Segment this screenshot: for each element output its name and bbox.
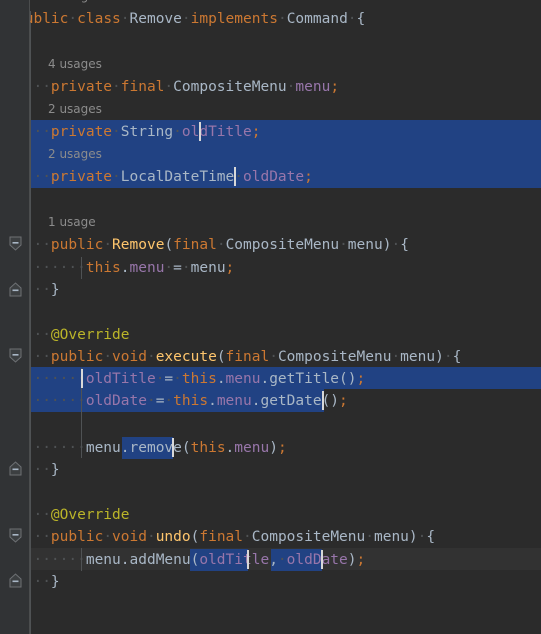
code-line-6[interactable]: ········this.menu·=·menu; — [0, 257, 541, 279]
fold-constructor-close[interactable] — [8, 282, 23, 297]
code-line-2[interactable]: ····private·final·CompositeMenu·menu; — [0, 76, 541, 98]
code-line-4[interactable]: ····private·LocalDateTime·oldDate; — [0, 166, 541, 188]
caret-field-oldtitle — [199, 122, 201, 141]
fold-undo-close[interactable] — [8, 573, 23, 588]
code-line-3[interactable]: ····private·String·oldTitle; — [0, 121, 541, 143]
caret-addmenu-olddate — [321, 550, 323, 569]
usage-hint-constructor[interactable]: 1 usage — [0, 211, 541, 233]
code-line-14[interactable]: ····@Override — [0, 504, 541, 526]
usage-hint-menu-field[interactable]: 4 usages — [0, 53, 541, 75]
caret-addmenu-oldtitle — [247, 550, 249, 569]
gutter-divider — [29, 0, 30, 634]
fold-execute-close[interactable] — [8, 461, 23, 476]
usage-hint-olddate-field[interactable]: 2 usages — [0, 143, 541, 165]
code-editor[interactable]: 1 usage public·class·Remove·implements·C… — [0, 0, 541, 634]
code-line-18[interactable]: } — [0, 593, 541, 615]
code-line-5[interactable]: ····public·Remove(final·CompositeMenu·me… — [0, 234, 541, 256]
fold-constructor-open[interactable] — [8, 236, 23, 251]
code-line-8[interactable]: ····@Override — [0, 324, 541, 346]
code-line-13[interactable]: ····} — [0, 459, 541, 481]
code-line-9[interactable]: ····public·void·execute(final·CompositeM… — [0, 346, 541, 368]
code-line-1[interactable]: public·class·Remove·implements·Command·{ — [0, 8, 541, 30]
code-line-16[interactable]: ········menu.addMenu(oldTitle,·oldDate); — [0, 549, 541, 571]
caret-field-olddate — [234, 167, 236, 186]
code-line-17[interactable]: ····} — [0, 571, 541, 593]
code-line-11[interactable]: ········oldDate·=·this.menu.getDate(); — [0, 390, 541, 412]
usage-hint-oldtitle-field[interactable]: 2 usages — [0, 98, 541, 120]
code-line-7[interactable]: ····} — [0, 279, 541, 301]
code-content[interactable]: 1 usage public·class·Remove·implements·C… — [0, 0, 541, 634]
caret-remove — [172, 438, 174, 457]
code-line-12[interactable]: ········menu.remove(this.menu); — [0, 437, 541, 459]
fold-execute-open[interactable] — [8, 348, 23, 363]
caret-execute-olddate — [322, 391, 324, 410]
fold-undo-open[interactable] — [8, 528, 23, 543]
caret-execute-oldtitle — [81, 369, 83, 388]
usage-hint-top[interactable]: 1 usage — [0, 0, 541, 7]
code-line-15[interactable]: ····public·void·undo(final·CompositeMenu… — [0, 526, 541, 548]
